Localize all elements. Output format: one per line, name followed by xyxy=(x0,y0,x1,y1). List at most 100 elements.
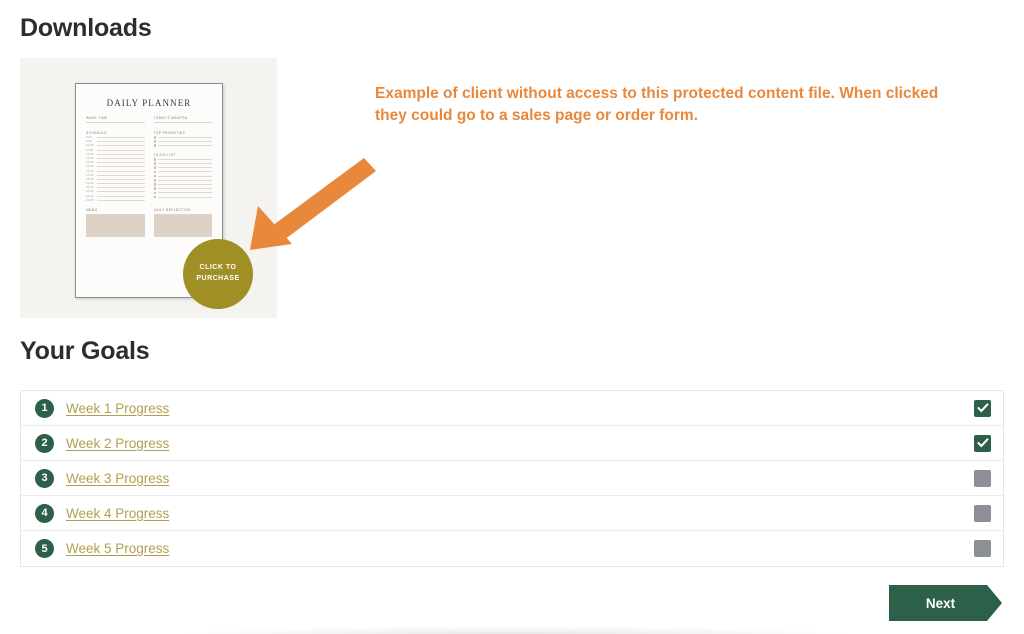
schedule-row: 11:00 xyxy=(86,149,145,152)
write-line xyxy=(158,175,212,177)
schedule-time: 14:00 xyxy=(86,161,94,165)
downloads-section-title: Downloads xyxy=(20,14,152,42)
memo-label: MEMO xyxy=(86,208,98,212)
schedule-line xyxy=(97,141,145,143)
todo-label: TO-DO LIST xyxy=(153,152,176,157)
annotation-text: Example of client without access to this… xyxy=(375,85,939,125)
mantra-rule xyxy=(153,121,212,123)
write-line xyxy=(158,136,212,138)
empty-checkbox-icon xyxy=(153,174,157,178)
goal-number-badge: 2 xyxy=(35,433,54,453)
write-line xyxy=(158,188,212,190)
goal-link[interactable]: Week 4 Progress xyxy=(66,506,169,521)
schedule-row: 8:00 xyxy=(86,136,145,139)
next-button-label: Next xyxy=(925,595,956,611)
downloads-page: Downloads DAILY PLANNER WAKE TIME TODAY'… xyxy=(0,0,1024,634)
schedule-line xyxy=(97,191,145,193)
schedule-time: 13:00 xyxy=(86,156,94,160)
schedule-line xyxy=(97,170,145,172)
goal-checkbox-checked[interactable] xyxy=(974,434,991,452)
empty-checkbox-icon xyxy=(153,136,157,139)
schedule-time: 21:00 xyxy=(86,190,94,194)
schedule-row: 18:00 xyxy=(86,178,145,181)
schedule-row: 13:00 xyxy=(86,157,145,160)
empty-checkbox-icon xyxy=(153,187,157,190)
schedule-line xyxy=(97,183,145,185)
schedule-row: 14:00 xyxy=(86,161,145,164)
write-line xyxy=(158,163,212,165)
schedule-row: 20:00 xyxy=(86,186,145,189)
schedule-row: 22:00 xyxy=(86,195,145,198)
goal-row[interactable]: 1 Week 1 Progress xyxy=(21,391,1003,426)
schedule-line xyxy=(97,145,145,147)
goal-number-badge: 5 xyxy=(35,539,54,558)
empty-checkbox-icon xyxy=(153,144,157,147)
schedule-time: 18:00 xyxy=(86,177,94,181)
goal-checkbox-unchecked[interactable] xyxy=(974,540,991,557)
write-line xyxy=(158,179,212,181)
todo-row xyxy=(153,166,212,170)
todo-row xyxy=(153,195,212,199)
next-button[interactable]: Next xyxy=(889,585,1002,621)
schedule-line xyxy=(97,162,145,164)
schedule-time: 9:00 xyxy=(86,140,92,144)
empty-checkbox-icon xyxy=(153,140,157,143)
schedule-row: 23:00 xyxy=(86,199,145,202)
goal-number-badge: 1 xyxy=(35,398,54,418)
write-line xyxy=(158,140,212,142)
goal-link[interactable]: Week 3 Progress xyxy=(66,471,169,486)
todo-row xyxy=(153,191,212,195)
schedule-rows: 8:00 9:00 10:00 11:00 12:00 13:00 14:00 15:00 16… xyxy=(86,136,145,202)
empty-checkbox-icon xyxy=(153,166,157,170)
schedule-time: 16:00 xyxy=(86,169,94,173)
schedule-time: 12:00 xyxy=(86,152,94,156)
click-to-purchase-badge[interactable]: CLICK TO PURCHASE xyxy=(183,239,253,309)
todo-rows xyxy=(153,158,212,199)
goal-checkbox-unchecked[interactable] xyxy=(974,504,991,522)
badge-line-2: PURCHASE xyxy=(196,275,240,282)
empty-checkbox-icon xyxy=(153,170,157,174)
todo-row xyxy=(153,170,212,174)
schedule-time: 22:00 xyxy=(86,194,94,198)
empty-checkbox-icon xyxy=(153,191,157,195)
goal-checkbox-checked[interactable] xyxy=(974,399,991,417)
goals-list: 1 Week 1 Progress 2 Week 2 Progress 3 Week 3 … xyxy=(20,390,1004,567)
goal-link[interactable]: Week 2 Progress xyxy=(66,436,169,451)
goal-number-badge: 4 xyxy=(35,503,54,523)
schedule-line xyxy=(97,153,145,155)
schedule-line xyxy=(97,166,145,168)
write-line xyxy=(158,171,212,173)
schedule-time: 19:00 xyxy=(86,182,94,186)
reflection-label: DAILY REFLECTION xyxy=(153,208,191,212)
goal-number-badge: 3 xyxy=(35,468,54,488)
goal-link[interactable]: Week 1 Progress xyxy=(66,401,169,416)
todo-row xyxy=(153,162,212,165)
todo-row xyxy=(153,158,212,161)
schedule-row: 12:00 xyxy=(86,153,145,156)
checkmark-icon xyxy=(976,438,989,448)
goal-checkbox-unchecked[interactable] xyxy=(974,469,991,487)
goal-row[interactable]: 3 Week 3 Progress xyxy=(21,461,1003,496)
wake-time-rule xyxy=(86,121,145,123)
priority-row xyxy=(153,136,212,139)
goal-row[interactable]: 2 Week 2 Progress xyxy=(21,426,1003,461)
goal-row[interactable]: 5 Week 5 Progress xyxy=(21,531,1003,566)
goal-link[interactable]: Week 5 Progress xyxy=(66,541,169,556)
write-line xyxy=(158,196,212,198)
page-bottom-shadow xyxy=(170,626,854,634)
wake-time-label: WAKE TIME xyxy=(86,116,108,120)
schedule-time: 23:00 xyxy=(86,198,94,202)
schedule-line xyxy=(97,199,145,201)
write-line xyxy=(158,167,212,169)
empty-checkbox-icon xyxy=(153,179,157,182)
memo-block xyxy=(86,214,145,237)
schedule-label: SCHEDULE xyxy=(86,130,107,135)
schedule-row: 10:00 xyxy=(86,144,145,147)
schedule-line xyxy=(97,149,145,151)
schedule-line xyxy=(97,157,145,159)
schedule-time: 8:00 xyxy=(86,136,92,139)
reflection-block xyxy=(153,214,212,237)
checkmark-icon xyxy=(976,403,989,413)
empty-checkbox-icon xyxy=(153,183,157,186)
goal-row[interactable]: 4 Week 4 Progress xyxy=(21,496,1003,531)
